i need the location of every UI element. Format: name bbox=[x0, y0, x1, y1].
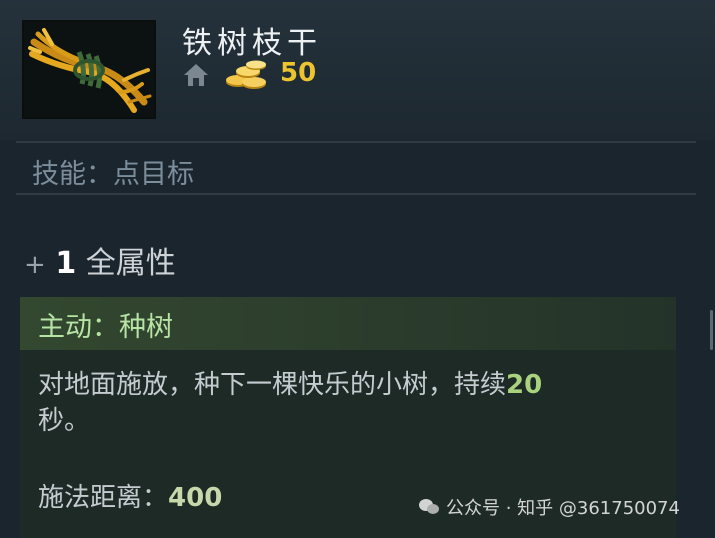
scrollbar[interactable] bbox=[710, 310, 713, 350]
cast-range: 施法距离：400 bbox=[38, 477, 222, 514]
skill-type: 技能：点目标 bbox=[32, 159, 194, 190]
attribute-plus: + bbox=[24, 250, 46, 280]
home-icon bbox=[182, 62, 210, 92]
attribute-label: 全属性 bbox=[85, 246, 176, 281]
item-cost: 50 bbox=[280, 58, 317, 88]
cast-range-value: 400 bbox=[168, 483, 223, 513]
item-iron-branch-icon bbox=[22, 20, 156, 119]
description-text: 对地面施放，种下一棵快乐的小树，持续 bbox=[38, 370, 507, 400]
watermark-text: 公众号 · 知乎 @361750074 bbox=[446, 498, 680, 519]
cast-range-label: 施法距离： bbox=[38, 483, 169, 513]
attribute-bonus: + 1 全属性 bbox=[24, 238, 176, 282]
item-name: 铁树枝干 bbox=[182, 26, 322, 61]
wechat-icon bbox=[418, 498, 440, 521]
divider-top bbox=[16, 141, 696, 143]
watermark: 公众号 · 知乎 @361750074 bbox=[418, 494, 680, 521]
active-ability-description: 对地面施放，种下一棵快乐的小树，持续20 秒。 bbox=[38, 367, 658, 439]
active-ability-title: 主动：种树 bbox=[38, 312, 173, 343]
description-duration: 20 bbox=[506, 370, 543, 400]
description-unit: 秒。 bbox=[38, 406, 91, 436]
attribute-value: 1 bbox=[55, 246, 77, 281]
divider-bottom bbox=[16, 193, 696, 195]
item-header: 铁树枝干 50 bbox=[0, 0, 715, 140]
active-ability-header: 主动：种树 bbox=[20, 297, 676, 350]
gold-coins-icon bbox=[224, 60, 270, 96]
